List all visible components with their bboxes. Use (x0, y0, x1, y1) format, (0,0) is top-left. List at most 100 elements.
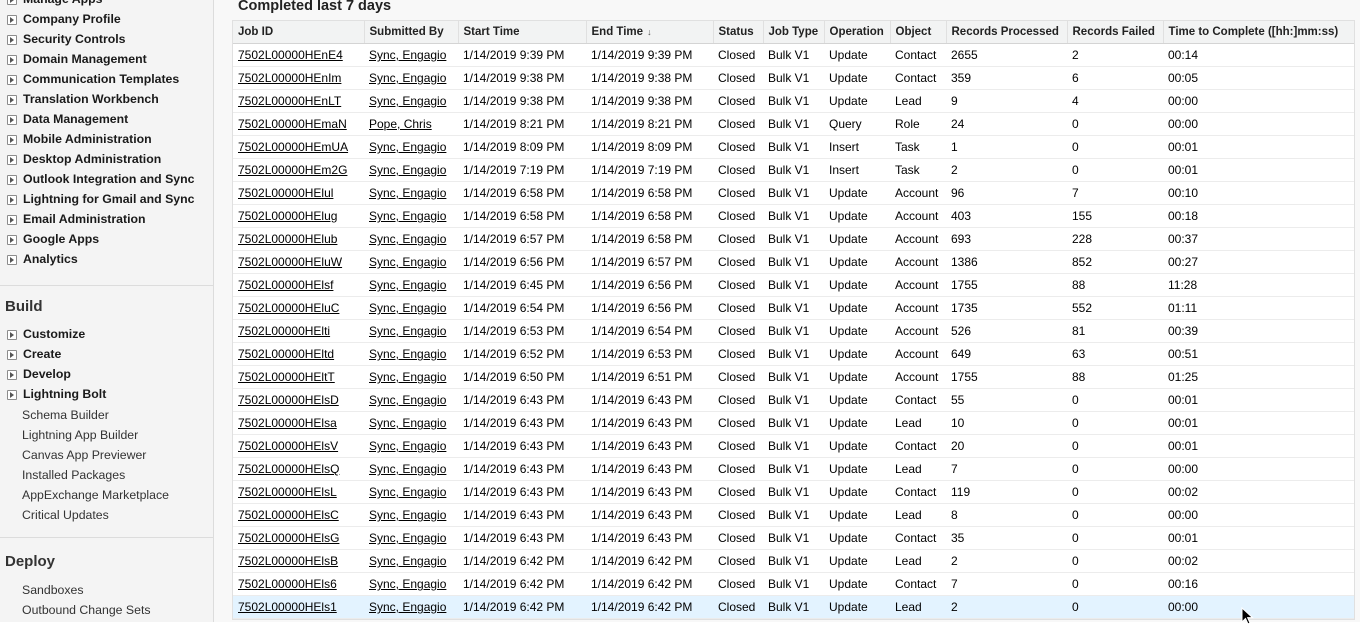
submitted-by-link[interactable]: Sync, Engagio (369, 439, 446, 453)
job-id-link[interactable]: 7502L00000HElsL (238, 485, 337, 499)
expand-icon[interactable] (7, 74, 17, 85)
sidebar-item-desktop-administration[interactable]: Desktop Administration (7, 149, 161, 169)
expand-icon[interactable] (7, 154, 17, 165)
submitted-by-link[interactable]: Sync, Engagio (369, 347, 446, 361)
job-id-link[interactable]: 7502L00000HEmaN (238, 117, 347, 131)
sidebar-item-lightning-for-gmail-and-sync[interactable]: Lightning for Gmail and Sync (7, 189, 194, 209)
submitted-by-link[interactable]: Sync, Engagio (369, 232, 446, 246)
sidebar-link-schema-builder[interactable]: Schema Builder (22, 405, 109, 425)
expand-icon[interactable] (7, 174, 17, 185)
job-id-link[interactable]: 7502L00000HEls1 (238, 600, 337, 614)
submitted-by-link[interactable]: Sync, Engagio (369, 416, 446, 430)
column-header-job-type[interactable]: Job Type (763, 21, 825, 44)
job-id-link[interactable]: 7502L00000HElsa (238, 416, 337, 430)
sidebar-item-company-profile[interactable]: Company Profile (7, 9, 121, 29)
submitted-by-link[interactable]: Sync, Engagio (369, 71, 446, 85)
submitted-by-link[interactable]: Sync, Engagio (369, 485, 446, 499)
sidebar-item-outlook-integration-and-sync[interactable]: Outlook Integration and Sync (7, 169, 194, 189)
submitted-by-link[interactable]: Sync, Engagio (369, 255, 446, 269)
column-header-start-time[interactable]: Start Time (458, 21, 587, 44)
expand-icon[interactable] (7, 14, 17, 25)
job-id-link[interactable]: 7502L00000HElsf (238, 278, 333, 292)
job-id-link[interactable]: 7502L00000HElti (238, 324, 330, 338)
sidebar-item-customize[interactable]: Customize (7, 324, 85, 344)
submitted-by-link[interactable]: Sync, Engagio (369, 140, 446, 154)
column-header-job-id[interactable]: Job ID (233, 21, 365, 44)
sidebar-link-canvas-app-previewer[interactable]: Canvas App Previewer (22, 445, 146, 465)
job-id-link[interactable]: 7502L00000HElsG (238, 531, 339, 545)
expand-icon[interactable] (7, 34, 17, 45)
submitted-by-link[interactable]: Sync, Engagio (369, 462, 446, 476)
sidebar-link-appexchange-marketplace[interactable]: AppExchange Marketplace (22, 485, 169, 505)
submitted-by-link[interactable]: Sync, Engagio (369, 508, 446, 522)
sidebar-item-analytics[interactable]: Analytics (7, 249, 78, 269)
expand-icon[interactable] (7, 389, 17, 400)
expand-icon[interactable] (7, 234, 17, 245)
sidebar-link-installed-packages[interactable]: Installed Packages (22, 465, 125, 485)
job-id-link[interactable]: 7502L00000HEm2G (238, 163, 347, 177)
sidebar-item-mobile-administration[interactable]: Mobile Administration (7, 129, 152, 149)
sidebar-item-domain-management[interactable]: Domain Management (7, 49, 147, 69)
job-id-link[interactable]: 7502L00000HEmUA (238, 140, 348, 154)
submitted-by-link[interactable]: Sync, Engagio (369, 163, 446, 177)
sidebar-item-data-management[interactable]: Data Management (7, 109, 128, 129)
column-header-records-failed[interactable]: Records Failed (1067, 21, 1164, 44)
expand-icon[interactable] (7, 134, 17, 145)
job-id-link[interactable]: 7502L00000HEls6 (238, 577, 337, 591)
expand-icon[interactable] (7, 349, 17, 360)
expand-icon[interactable] (7, 369, 17, 380)
sidebar-item-lightning-bolt[interactable]: Lightning Bolt (7, 384, 106, 404)
sidebar-item-create[interactable]: Create (7, 344, 61, 364)
sidebar-link-lightning-app-builder[interactable]: Lightning App Builder (22, 425, 138, 445)
job-id-link[interactable]: 7502L00000HEnE4 (238, 48, 343, 62)
submitted-by-link[interactable]: Sync, Engagio (369, 324, 446, 338)
submitted-by-link[interactable]: Sync, Engagio (369, 48, 446, 62)
sidebar-link-sandboxes[interactable]: Sandboxes (22, 580, 84, 600)
submitted-by-link[interactable]: Sync, Engagio (369, 301, 446, 315)
sidebar-item-security-controls[interactable]: Security Controls (7, 29, 126, 49)
expand-icon[interactable] (7, 254, 17, 265)
sidebar-item-translation-workbench[interactable]: Translation Workbench (7, 89, 159, 109)
submitted-by-link[interactable]: Sync, Engagio (369, 209, 446, 223)
job-id-link[interactable]: 7502L00000HEnIm (238, 71, 341, 85)
sidebar-link-critical-updates[interactable]: Critical Updates (22, 505, 109, 525)
sidebar-item-develop[interactable]: Develop (7, 364, 71, 384)
job-id-link[interactable]: 7502L00000HEluC (238, 301, 339, 315)
job-id-link[interactable]: 7502L00000HElub (238, 232, 337, 246)
job-id-link[interactable]: 7502L00000HElsV (238, 439, 338, 453)
job-id-link[interactable]: 7502L00000HEluW (238, 255, 342, 269)
column-header-submitted-by[interactable]: Submitted By (364, 21, 459, 44)
submitted-by-link[interactable]: Sync, Engagio (369, 370, 446, 384)
column-header-end-time[interactable]: End Time ↓ (586, 21, 714, 44)
sidebar-link-outbound-change-sets[interactable]: Outbound Change Sets (22, 600, 151, 620)
job-id-link[interactable]: 7502L00000HEltT (238, 370, 335, 384)
column-header-status[interactable]: Status (713, 21, 764, 44)
expand-icon[interactable] (7, 54, 17, 65)
expand-icon[interactable] (7, 194, 17, 205)
submitted-by-link[interactable]: Sync, Engagio (369, 577, 446, 591)
job-id-link[interactable]: 7502L00000HEltd (238, 347, 334, 361)
submitted-by-link[interactable]: Sync, Engagio (369, 600, 446, 614)
job-id-link[interactable]: 7502L00000HElsQ (238, 462, 339, 476)
submitted-by-link[interactable]: Sync, Engagio (369, 94, 446, 108)
job-id-link[interactable]: 7502L00000HElsD (238, 393, 339, 407)
job-id-link[interactable]: 7502L00000HEnLT (238, 94, 341, 108)
submitted-by-link[interactable]: Sync, Engagio (369, 393, 446, 407)
job-id-link[interactable]: 7502L00000HElug (238, 209, 337, 223)
job-id-link[interactable]: 7502L00000HElul (238, 186, 333, 200)
sidebar-item-manage-apps[interactable]: Manage Apps (7, 0, 103, 9)
job-id-link[interactable]: 7502L00000HElsC (238, 508, 339, 522)
job-id-link[interactable]: 7502L00000HElsB (238, 554, 338, 568)
expand-icon[interactable] (7, 329, 17, 340)
sidebar-item-google-apps[interactable]: Google Apps (7, 229, 99, 249)
submitted-by-link[interactable]: Pope, Chris (369, 117, 432, 131)
expand-icon[interactable] (7, 0, 17, 5)
column-header-object[interactable]: Object (890, 21, 947, 44)
submitted-by-link[interactable]: Sync, Engagio (369, 531, 446, 545)
sidebar-item-email-administration[interactable]: Email Administration (7, 209, 146, 229)
expand-icon[interactable] (7, 94, 17, 105)
column-header-time-to-complete-hh-mm-ss[interactable]: Time to Complete ([hh:]mm:ss) (1163, 21, 1354, 44)
expand-icon[interactable] (7, 214, 17, 225)
column-header-operation[interactable]: Operation (824, 21, 891, 44)
expand-icon[interactable] (7, 114, 17, 125)
